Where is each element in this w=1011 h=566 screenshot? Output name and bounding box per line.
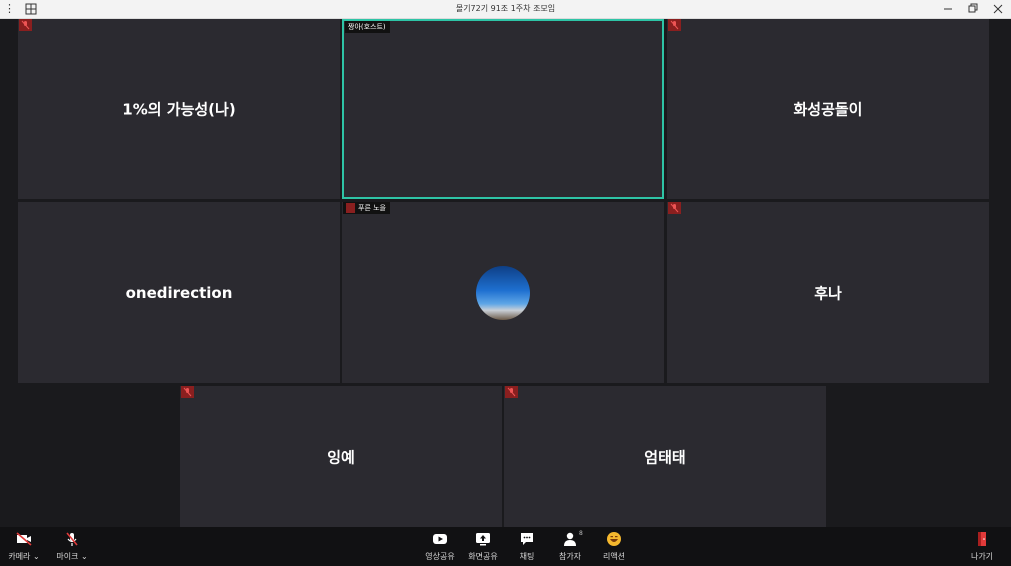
restore-icon[interactable] bbox=[960, 0, 984, 18]
participant-name: 잉예 bbox=[327, 448, 355, 466]
participant-tag: 짱아(호스트) bbox=[345, 21, 390, 33]
participant-tile[interactable]: 푸른 노을 bbox=[342, 202, 664, 383]
participant-name: 엄태태 bbox=[644, 448, 686, 466]
participants-count: 8 bbox=[579, 530, 583, 537]
participants-button[interactable]: 8 참가자 bbox=[554, 530, 586, 563]
participant-name: 후나 bbox=[814, 284, 842, 302]
minimize-icon[interactable] bbox=[936, 0, 960, 18]
chat-button[interactable]: 채팅 bbox=[512, 531, 542, 563]
video-gallery: 1%의 가능성(나) 짱아(호스트) 화성공돌이 onedirection 푸른… bbox=[0, 19, 1011, 527]
video-share-label: 영상공유 bbox=[425, 552, 455, 561]
participant-name: onedirection bbox=[125, 283, 233, 302]
mic-muted-icon bbox=[19, 19, 32, 31]
participant-tile[interactable]: onedirection bbox=[18, 202, 340, 383]
mic-muted-icon bbox=[668, 19, 681, 31]
exit-door-icon bbox=[978, 532, 986, 546]
mic-muted-icon bbox=[346, 203, 355, 213]
screen-share-label: 화면공유 bbox=[468, 552, 498, 561]
person-icon bbox=[564, 532, 576, 546]
participants-label: 참가자 bbox=[558, 552, 582, 561]
participant-name: 화성공돌이 bbox=[793, 100, 863, 119]
screen-share-button[interactable]: 화면공유 bbox=[465, 531, 501, 563]
camera-button[interactable]: 카메라 ⌄ bbox=[6, 531, 42, 563]
video-share-button[interactable]: 영상공유 bbox=[422, 531, 458, 563]
leave-label: 나가기 bbox=[970, 552, 994, 561]
chat-bubble-icon bbox=[521, 533, 533, 545]
reaction-label: 리액션 bbox=[602, 552, 626, 561]
participant-tile-active-speaker[interactable]: 짱아(호스트) bbox=[342, 19, 664, 199]
youtube-icon bbox=[433, 534, 447, 544]
participant-tag-name: 푸른 노을 bbox=[358, 204, 386, 212]
mic-button[interactable]: 마이크 ⌄ bbox=[54, 531, 90, 563]
chevron-down-icon[interactable]: ⌄ bbox=[81, 552, 88, 561]
avatar bbox=[476, 265, 530, 320]
participant-tile[interactable]: 후나 bbox=[667, 202, 989, 383]
mic-off-icon bbox=[66, 532, 78, 546]
mic-muted-icon bbox=[505, 386, 518, 398]
host-name-label: 짱아(호스트) bbox=[348, 23, 386, 31]
window-title: 몰기72기 91조 1주차 조모임 bbox=[455, 4, 556, 13]
camera-label: 카메라 bbox=[8, 552, 31, 561]
smiley-icon bbox=[607, 532, 621, 546]
mic-muted-icon bbox=[181, 386, 194, 398]
participant-name: 1%의 가능성(나) bbox=[122, 100, 236, 119]
participant-tag: 푸른 노을 bbox=[343, 202, 390, 214]
camera-off-icon bbox=[16, 532, 32, 546]
participant-tile[interactable]: 1%의 가능성(나) bbox=[18, 19, 340, 199]
close-icon[interactable] bbox=[986, 0, 1010, 18]
leave-button[interactable]: 나가기 bbox=[966, 531, 998, 563]
mic-label: 마이크 bbox=[56, 552, 79, 561]
reaction-button[interactable]: 리액션 bbox=[598, 531, 630, 563]
chat-label: 채팅 bbox=[519, 552, 535, 561]
mic-muted-icon bbox=[668, 202, 681, 214]
participant-tile[interactable]: 잉예 bbox=[180, 386, 502, 527]
meeting-toolbar: 카메라 ⌄ 마이크 ⌄ 영상공유 화면공유 채팅 8 참가자 리액션 나가기 bbox=[0, 527, 1011, 566]
title-bar: ⋮ 몰기72기 91조 1주차 조모임 bbox=[0, 0, 1011, 19]
screen-share-icon bbox=[476, 533, 490, 546]
participant-tile[interactable]: 엄태태 bbox=[504, 386, 826, 527]
chevron-down-icon[interactable]: ⌄ bbox=[33, 552, 40, 561]
participant-tile[interactable]: 화성공돌이 bbox=[667, 19, 989, 199]
